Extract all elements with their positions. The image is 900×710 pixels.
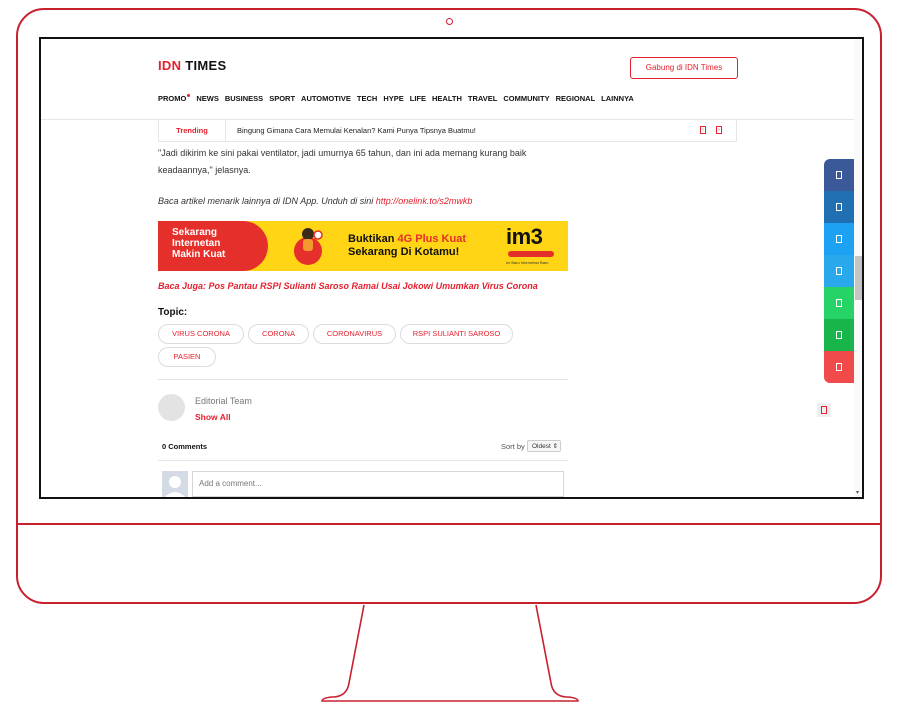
banner-person-illustration [294, 228, 323, 265]
nav-item-sport[interactable]: SPORT [269, 94, 295, 103]
share-whatsapp-button[interactable] [824, 287, 854, 319]
twitter-icon [836, 235, 842, 243]
prev-arrow-icon[interactable]: ‹ [700, 126, 706, 134]
topic-label: Topic: [158, 307, 188, 318]
user-avatar-icon [162, 471, 188, 497]
nav-item-regional[interactable]: REGIONAL [556, 94, 596, 103]
banner-line: Internetan [172, 238, 221, 249]
whatsapp-icon [836, 299, 842, 307]
article-quote: "Jadi dikirim ke sini pakai ventilator, … [158, 145, 568, 179]
nav-item-hype[interactable]: HYPE [383, 94, 403, 103]
trending-headline[interactable]: Bingung Gimana Cara Memulai Kenalan? Kam… [237, 120, 476, 141]
ad-banner[interactable]: Sekarang Internetan Makin Kuat Buktikan … [158, 221, 568, 271]
nav-item-community[interactable]: COMMUNITY [503, 94, 549, 103]
tag-pasien[interactable]: PASIEN [158, 347, 216, 367]
logo-times: TIMES [185, 58, 227, 73]
line-icon [836, 331, 842, 339]
nav-item-life[interactable]: LIFE [410, 94, 426, 103]
im3-logo: im3 [506, 224, 543, 249]
banner-line: Sekarang [172, 227, 218, 238]
trending-bar: Trending Bingung Gimana Cara Memulai Ken… [158, 120, 737, 142]
monitor-chin-divider [18, 523, 880, 525]
author-name[interactable]: Editorial Team [195, 396, 252, 406]
next-arrow-icon[interactable]: › [716, 126, 722, 134]
quote-line: keadaannya," jelasnya. [158, 165, 251, 175]
new-dot-icon [187, 94, 191, 97]
banner-line2: Sekarang Di Kotamu! [348, 246, 460, 258]
nav-item-lainnya[interactable]: LAINNYA [601, 94, 634, 103]
facebook-icon [836, 171, 842, 179]
app-download-link[interactable]: http://onelink.to/s2mwkb [376, 196, 473, 206]
share-twitter-button[interactable] [824, 223, 854, 255]
nav-item-health[interactable]: HEALTH [432, 94, 462, 103]
section-divider [158, 379, 568, 380]
main-nav: PROMO NEWS BUSINESS SPORT AUTOMOTIVE TEC… [158, 94, 634, 103]
sort-label: Sort by [501, 442, 525, 451]
tag-rspi-sulianti-saroso[interactable]: RSPI SULIANTI SAROSO [400, 324, 513, 344]
banner-headline: Sekarang Internetan Makin Kuat [172, 227, 225, 260]
read-also-link[interactable]: Baca Juga: Pos Pantau RSPI Sulianti Saro… [158, 281, 538, 291]
comments-divider [158, 460, 568, 461]
join-button[interactable]: Gabung di IDN Times [630, 57, 738, 79]
webcam-icon [446, 18, 453, 25]
browser-screen: IDN TIMES Gabung di IDN Times PROMO NEWS… [39, 37, 864, 499]
banner-highlight: 4G Plus Kuat [397, 233, 466, 245]
nav-item-business[interactable]: BUSINESS [225, 94, 263, 103]
app-prompt-text: Baca artikel menarik lainnya di IDN App.… [158, 196, 376, 206]
quote-line: "Jadi dikirim ke sini pakai ventilator, … [158, 148, 527, 158]
trending-label: Trending [159, 120, 226, 141]
tag-corona[interactable]: CORONA [248, 324, 309, 344]
site-logo[interactable]: IDN TIMES [158, 58, 226, 73]
link-icon [836, 363, 842, 371]
logo-idn: IDN [158, 58, 182, 73]
app-prompt: Baca artikel menarik lainnya di IDN App.… [158, 193, 568, 210]
sort-value: Oldest [532, 443, 551, 450]
share-copy-link-button[interactable] [824, 351, 854, 383]
nav-item-promo[interactable]: PROMO [158, 94, 191, 103]
share-facebook-button[interactable] [824, 159, 854, 191]
share-linkedin-button[interactable] [824, 191, 854, 223]
scrollbar[interactable]: ▾ [854, 39, 862, 497]
comment-input[interactable]: Add a comment... [192, 471, 564, 497]
show-all-link[interactable]: Show All [195, 412, 231, 422]
share-line-button[interactable] [824, 319, 854, 351]
tag-virus-corona[interactable]: VIRUS CORONA [158, 324, 244, 344]
trending-controls: ‹ › [700, 126, 722, 134]
bookmark-icon [821, 406, 827, 414]
share-telegram-button[interactable] [824, 255, 854, 287]
banner-prefix: Buktikan [348, 233, 398, 245]
comments-count: 0 Comments [162, 442, 208, 451]
nav-item-travel[interactable]: TRAVEL [468, 94, 497, 103]
banner-tagline: Ini Baru Internetan Baru [506, 260, 549, 265]
author-avatar [158, 394, 185, 421]
scroll-down-icon[interactable]: ▾ [856, 489, 859, 496]
linkedin-icon [836, 203, 842, 211]
banner-line: Makin Kuat [172, 249, 226, 260]
sort-select[interactable]: Oldest ⇕ [527, 440, 561, 452]
telegram-icon [836, 267, 842, 275]
nav-label: PROMO [158, 94, 187, 103]
banner-message: Buktikan 4G Plus Kuat Sekarang Di Kotamu… [348, 233, 466, 259]
side-floating-button[interactable] [817, 403, 831, 417]
nav-item-tech[interactable]: TECH [357, 94, 377, 103]
nav-item-automotive[interactable]: AUTOMOTIVE [301, 94, 351, 103]
tag-coronavirus[interactable]: CORONAVIRUS [313, 324, 396, 344]
nav-item-news[interactable]: NEWS [196, 94, 219, 103]
scrollbar-thumb[interactable] [855, 256, 862, 300]
site-header: IDN TIMES Gabung di IDN Times PROMO NEWS… [41, 39, 862, 119]
chevron-updown-icon: ⇕ [552, 443, 559, 450]
ooredoo-logo-icon [508, 251, 554, 257]
